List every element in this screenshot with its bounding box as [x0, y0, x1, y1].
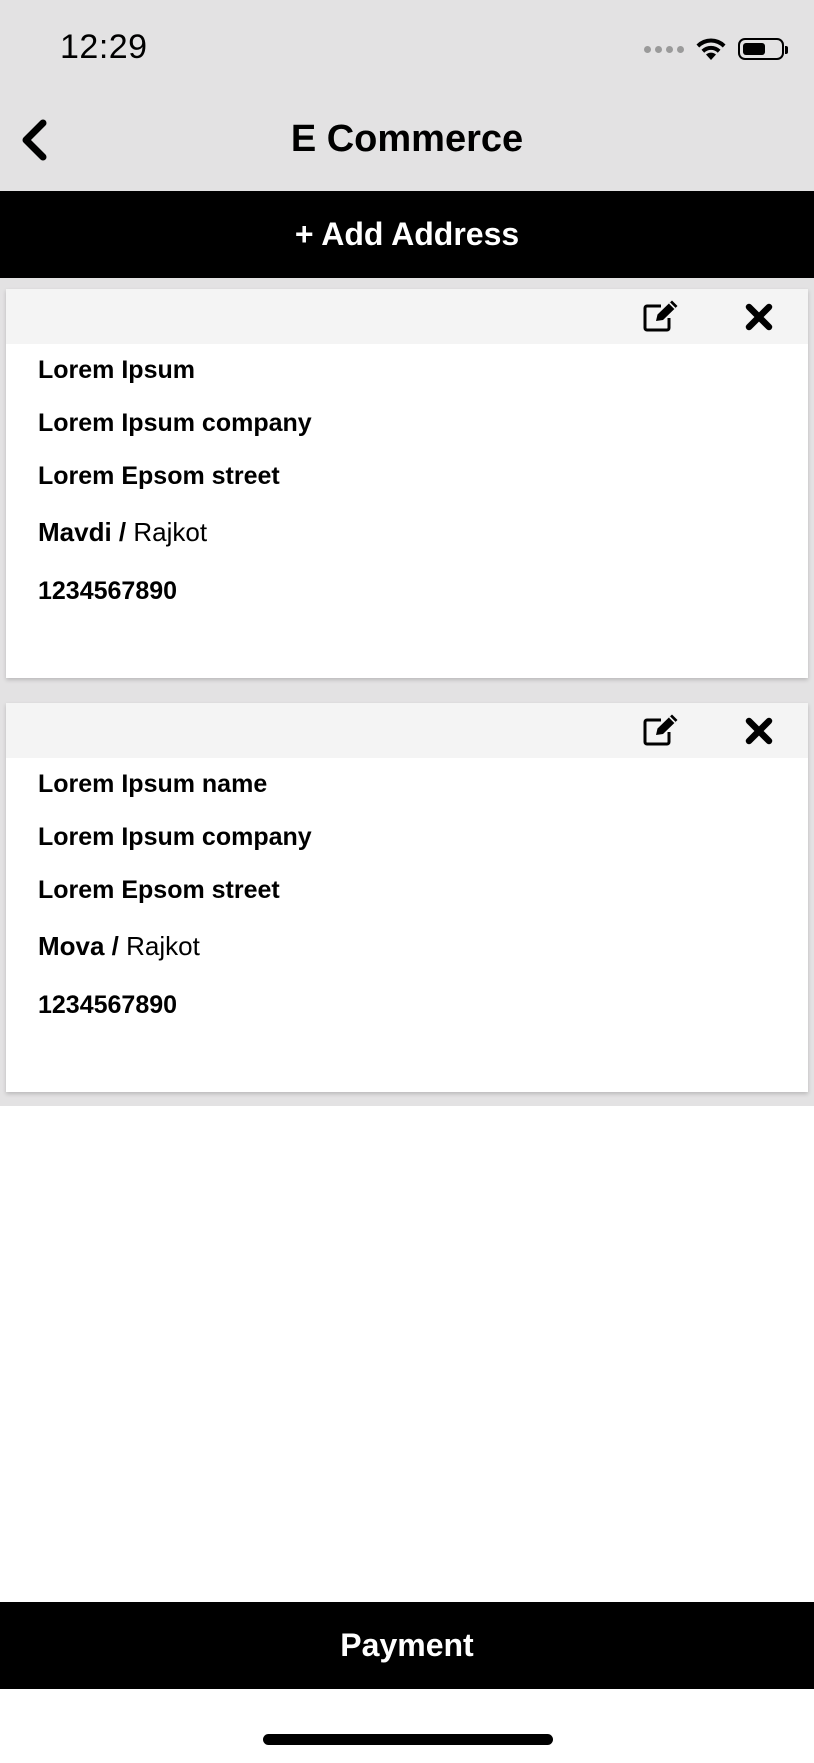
add-address-button[interactable]: + Add Address	[0, 191, 814, 278]
address-card: Lorem Ipsum name Lorem Ipsum company Lor…	[6, 703, 808, 1092]
address-list: Lorem Ipsum Lorem Ipsum company Lorem Ep…	[0, 278, 814, 1106]
page-title: E Commerce	[290, 118, 524, 160]
address-card-header	[6, 703, 808, 758]
address-area-city: Mova / Rajkot	[38, 917, 808, 975]
close-icon[interactable]	[744, 302, 774, 332]
top-bar: 12:29 E Commerce	[0, 0, 814, 191]
status-icons	[644, 36, 788, 62]
wifi-icon	[696, 38, 726, 60]
address-name: Lorem Ipsum	[38, 356, 195, 384]
address-street: Lorem Epsom street	[38, 462, 280, 490]
signal-dots-icon	[644, 45, 684, 53]
address-city: Rajkot	[133, 517, 208, 547]
address-phone: 1234567890	[38, 991, 178, 1019]
home-indicator[interactable]	[263, 1734, 553, 1745]
address-phone: 1234567890	[38, 577, 178, 605]
edit-icon[interactable]	[642, 299, 680, 333]
address-street: Lorem Epsom street	[38, 876, 280, 904]
close-icon[interactable]	[744, 716, 774, 746]
edit-icon[interactable]	[642, 713, 680, 747]
address-card: Lorem Ipsum Lorem Ipsum company Lorem Ep…	[6, 289, 808, 678]
address-company: Lorem Ipsum company	[38, 823, 312, 851]
address-company: Lorem Ipsum company	[38, 409, 312, 437]
status-time: 12:29	[60, 28, 148, 66]
payment-button[interactable]: Payment	[0, 1602, 814, 1689]
battery-icon	[738, 38, 788, 60]
address-city: Rajkot	[126, 931, 200, 961]
address-area: Mova /	[38, 931, 119, 961]
address-area: Mavdi /	[38, 517, 127, 547]
address-area-city: Mavdi / Rajkot	[38, 503, 808, 561]
address-card-header	[6, 289, 808, 344]
address-name: Lorem Ipsum name	[38, 770, 268, 798]
